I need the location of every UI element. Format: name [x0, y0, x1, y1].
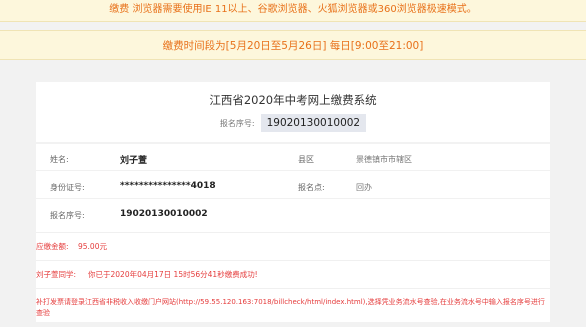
registration-number-value[interactable]: 19020130010002: [260, 114, 367, 132]
registration-value: 19020130010002: [120, 209, 208, 219]
fee-label: 应缴金额:: [36, 242, 69, 251]
divider: [36, 232, 550, 233]
payment-status-message: 你已于2020年04月17日 15时56分41秒缴费成功!: [88, 270, 258, 279]
name-label: 姓名:: [50, 155, 69, 164]
district-label: 县区: [298, 155, 314, 164]
registration-number-row: 报名序号: 19020130010002: [36, 114, 550, 132]
info-row-registration: 报名序号: 19020130010002: [36, 200, 550, 232]
info-row-name: 姓名: 刘子萱 县区 景德镇市市辖区: [36, 144, 550, 171]
registration-number-label: 报名序号:: [219, 118, 255, 128]
registration-site-label: 报名点:: [298, 183, 325, 192]
student-info-table: 姓名: 刘子萱 县区 景德镇市市辖区 身份证号: ***************…: [36, 144, 550, 232]
info-row-id: 身份证号: ***************4018 报名点: 回办: [36, 172, 550, 199]
system-header-panel: 江西省2020年中考网上缴费系统 报名序号: 19020130010002: [36, 82, 550, 142]
divider: [36, 260, 550, 261]
page-title: 江西省2020年中考网上缴费系统: [209, 93, 377, 107]
name-value: 刘子萱: [120, 156, 148, 166]
id-number-value: ***************4018: [120, 181, 216, 191]
district-value: 景德镇市市辖区: [356, 155, 412, 164]
payment-status-name: 刘子萱同学:: [36, 270, 77, 279]
invoice-reprint-note: 补打发票请登录江西省非税收入收缴门户网站(http://59.55.120.16…: [36, 298, 545, 317]
browser-notice-text: 缴费 浏览器需要使用IE 11以上、谷歌浏览器、火狐浏览器或360浏览器极速模式…: [109, 4, 477, 15]
registration-site-value: 回办: [356, 183, 372, 192]
payment-time-notice: 缴费时间段为[5月20日至5月26日] 每日[9:00至21:00]: [0, 30, 586, 60]
id-number-label: 身份证号:: [50, 183, 85, 192]
divider: [36, 288, 550, 289]
registration-label: 报名序号:: [50, 211, 85, 220]
payment-time-text: 缴费时间段为[5月20日至5月26日] 每日[9:00至21:00]: [162, 40, 424, 52]
payment-result-panel: 应缴金额: 95.00元 刘子萱同学: 你已于2020年04月17日 15时56…: [36, 232, 550, 322]
fee-value: 95.00元: [78, 242, 107, 251]
browser-notice: 缴费 浏览器需要使用IE 11以上、谷歌浏览器、火狐浏览器或360浏览器极速模式…: [0, 0, 586, 22]
